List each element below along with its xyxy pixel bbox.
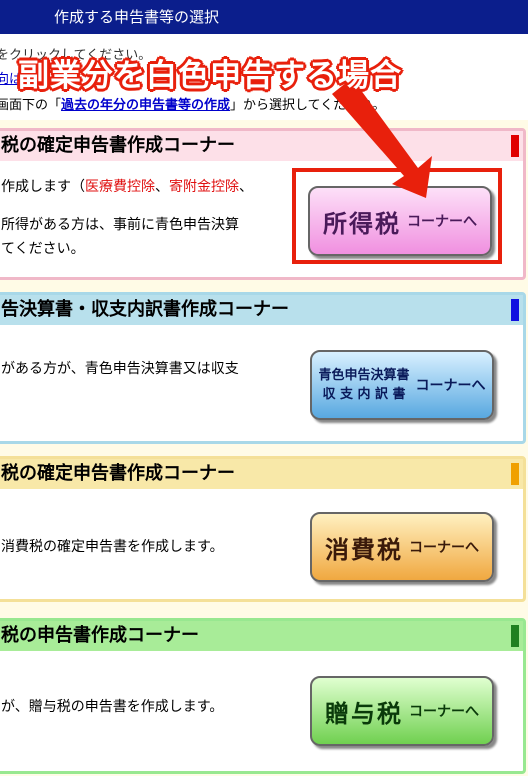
panel-header: 告決算書・収支内訳書作成コーナー (0, 295, 523, 325)
panel-header: 税の確定申告書作成コーナー (0, 459, 523, 489)
button-label-line: 収 支 内 訳 書 (322, 387, 406, 402)
desc-text: 、 (155, 179, 169, 195)
panel-header: 税の確定申告書作成コーナー (0, 131, 523, 161)
desc-text: 所得がある方は、事前に青色申告決算 (1, 217, 239, 233)
page-header: 作成する申告書等の選択 (0, 0, 528, 34)
panel-description: が、贈与税の申告書を作成します。 (1, 695, 223, 719)
panel-color-mark (511, 463, 519, 485)
desc-text: 作成します（ (1, 179, 85, 195)
button-sublabel: コーナーへ (409, 540, 479, 556)
button-sublabel: コーナーへ (409, 704, 479, 720)
panel-header: 税の申告書作成コーナー (0, 621, 523, 651)
highlight-box (292, 168, 502, 264)
annotation-callout: 副業分を白色申告する場合 (18, 58, 402, 94)
panel-title: 税の確定申告書作成コーナー (1, 135, 235, 156)
button-sublabel: コーナーへ (415, 378, 486, 394)
intro-past-years-line: 画面下の「過去の年分の申告書等の作成」から選択してください。 (0, 94, 385, 113)
desc-text: が、贈与税の申告書を作成します。 (1, 699, 224, 715)
button-label: 消費税 (325, 535, 403, 564)
panel-title: 告決算書・収支内訳書作成コーナー (1, 299, 289, 320)
panel-title: 税の確定申告書作成コーナー (1, 463, 235, 484)
panel-description: 消費税の確定申告書を作成します。 (1, 535, 224, 559)
medical-deduction-text: 医療費控除 (85, 179, 155, 195)
button-label: 贈与税 (325, 699, 403, 728)
page-title: 作成する申告書等の選択 (54, 8, 220, 26)
panel-color-mark (511, 625, 519, 647)
intro-text: 」から選択してください。 (230, 98, 386, 113)
consumption-tax-corner-button[interactable]: 消費税 コーナーへ (310, 512, 494, 582)
panel-description: 作成します（医療費控除、寄附金控除、 所得がある方は、事前に青色申告決算 てくだ… (1, 175, 253, 261)
button-label-line: 青色申告決算書 (318, 368, 410, 383)
button-label: 青色申告決算書 収 支 内 訳 書 (318, 366, 409, 404)
panel-title: 税の申告書作成コーナー (1, 625, 199, 646)
donation-deduction-text: 寄附金控除 (169, 179, 239, 195)
panel-color-mark (511, 135, 519, 157)
desc-text: 消費税の確定申告書を作成します。 (1, 539, 224, 555)
desc-text: てください。 (1, 241, 85, 257)
blue-return-corner-button[interactable]: 青色申告決算書 収 支 内 訳 書 コーナーへ (310, 350, 494, 420)
past-years-link[interactable]: 過去の年分の申告書等の作成 (61, 98, 230, 113)
desc-text: 、 (239, 179, 253, 195)
desc-text: がある方が、青色申告決算書又は収支 (1, 361, 239, 377)
panel-color-mark (511, 299, 519, 321)
intro-text: 画面下の「 (0, 98, 62, 113)
panel-description: がある方が、青色申告決算書又は収支 (1, 357, 239, 381)
gift-tax-corner-button[interactable]: 贈与税 コーナーへ (310, 676, 494, 746)
